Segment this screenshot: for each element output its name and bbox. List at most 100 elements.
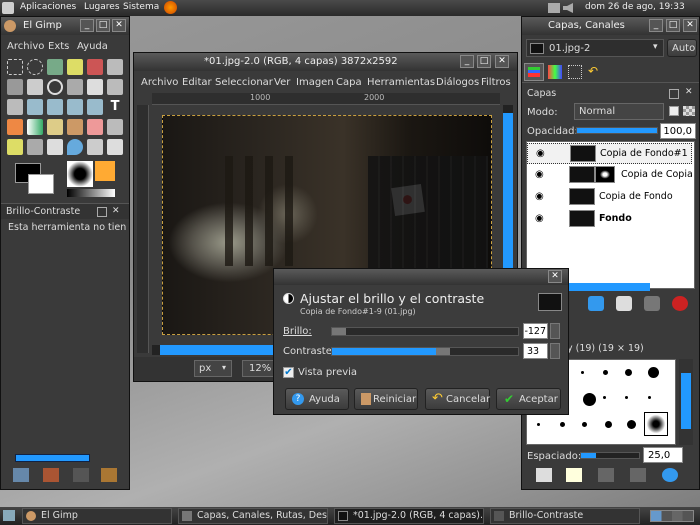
paintbrush-tool-icon[interactable] bbox=[67, 119, 83, 135]
layer-row-2[interactable]: ◉ Copia de Fondo bbox=[527, 187, 692, 208]
preview-checkbox[interactable]: ✔ bbox=[283, 367, 294, 378]
delete-brush-icon[interactable] bbox=[630, 468, 646, 482]
tab-layers[interactable] bbox=[524, 63, 544, 81]
reset-button[interactable]: Reiniciar bbox=[354, 388, 418, 410]
menu-exts[interactable]: Exts bbox=[48, 41, 69, 52]
paths-tool-icon[interactable] bbox=[7, 79, 23, 95]
minimize-button[interactable]: _ bbox=[80, 19, 94, 32]
rect-select-tool-icon[interactable] bbox=[7, 59, 23, 75]
anchor-layer-icon[interactable] bbox=[644, 296, 660, 311]
brush-7[interactable] bbox=[625, 396, 628, 399]
clock[interactable]: dom 26 de ago, 19:33 bbox=[585, 2, 685, 12]
maximize-button[interactable]: □ bbox=[96, 19, 110, 32]
align-tool-icon[interactable] bbox=[107, 79, 123, 95]
free-select-tool-icon[interactable] bbox=[47, 59, 63, 75]
menu-herramientas[interactable]: Herramientas bbox=[367, 77, 435, 88]
crop-tool-icon[interactable] bbox=[7, 99, 23, 115]
visibility-eye-icon[interactable]: ◉ bbox=[535, 169, 544, 180]
brush-10[interactable] bbox=[560, 422, 565, 427]
image-select[interactable]: 01.jpg-2 ▾ bbox=[526, 39, 664, 57]
taskbar-item-gimp[interactable]: El Gimp bbox=[22, 508, 172, 524]
brush-12[interactable] bbox=[605, 421, 612, 428]
menu-archivo[interactable]: Archivo bbox=[7, 41, 44, 52]
minimize-button[interactable]: _ bbox=[460, 55, 474, 68]
brush-6[interactable] bbox=[603, 396, 606, 399]
brush-8[interactable] bbox=[648, 396, 651, 399]
new-brush-icon[interactable] bbox=[566, 468, 582, 482]
ok-button[interactable]: ✔ Aceptar bbox=[496, 388, 561, 410]
visibility-eye-icon[interactable]: ◉ bbox=[535, 213, 544, 224]
blend-tool-icon[interactable] bbox=[27, 119, 43, 135]
brush-1[interactable] bbox=[581, 371, 584, 374]
brightness-spinner[interactable] bbox=[550, 323, 560, 339]
brush-4[interactable] bbox=[648, 367, 659, 378]
text-tool-icon[interactable]: T bbox=[107, 99, 123, 115]
close-button[interactable]: ✕ bbox=[548, 270, 562, 283]
visibility-eye-icon[interactable]: ◉ bbox=[535, 191, 544, 202]
pencil-tool-icon[interactable] bbox=[47, 119, 63, 135]
duplicate-brush-icon[interactable] bbox=[598, 468, 614, 482]
menu-lugares[interactable]: Lugares bbox=[84, 2, 120, 12]
brightness-slider[interactable] bbox=[331, 327, 519, 336]
scale-tool-icon[interactable] bbox=[47, 99, 63, 115]
heal-tool-icon[interactable] bbox=[47, 139, 63, 155]
eraser-tool-icon[interactable] bbox=[87, 119, 103, 135]
contrast-input[interactable]: 33 bbox=[523, 343, 548, 359]
bg-color-swatch[interactable] bbox=[28, 174, 54, 194]
volume-icon[interactable] bbox=[563, 3, 573, 13]
delete-layer-icon[interactable] bbox=[672, 296, 688, 311]
spacing-input[interactable]: 25,0 bbox=[643, 447, 683, 463]
measure-tool-icon[interactable] bbox=[67, 79, 83, 95]
toolbox-titlebar[interactable]: El Gimp _ □ ✕ bbox=[1, 17, 129, 35]
menu-dialogos[interactable]: Diálogos bbox=[436, 77, 479, 88]
menu-filtros[interactable]: Filtros bbox=[481, 77, 511, 88]
airbrush-tool-icon[interactable] bbox=[107, 119, 123, 135]
bucket-fill-tool-icon[interactable] bbox=[7, 119, 23, 135]
taskbar-item-image[interactable]: *01.jpg-2.0 (RGB, 4 capas)... bbox=[334, 508, 484, 524]
raise-layer-icon[interactable] bbox=[588, 296, 604, 311]
network-icon[interactable] bbox=[548, 3, 560, 13]
maximize-button[interactable]: □ bbox=[666, 19, 680, 32]
brushes-scrollbar-thumb[interactable] bbox=[681, 373, 691, 429]
close-button[interactable]: ✕ bbox=[112, 19, 126, 32]
ink-tool-icon[interactable] bbox=[7, 139, 23, 155]
blur-tool-icon[interactable] bbox=[67, 139, 83, 155]
restore-options-icon[interactable] bbox=[43, 468, 59, 482]
opacity-input[interactable]: 100,0 bbox=[660, 123, 696, 139]
brush-2[interactable] bbox=[603, 370, 608, 375]
save-options-icon[interactable] bbox=[13, 468, 29, 482]
opacity-slider[interactable] bbox=[576, 127, 658, 134]
brush-13[interactable] bbox=[627, 420, 636, 429]
image-titlebar[interactable]: *01.jpg-2.0 (RGB, 4 capas) 3872x2592 _ □… bbox=[134, 53, 517, 71]
fuzzy-select-tool-icon[interactable] bbox=[67, 59, 83, 75]
menu-imagen[interactable]: Imagen bbox=[296, 77, 334, 88]
duplicate-layer-icon[interactable] bbox=[616, 296, 632, 311]
close-button[interactable]: ✕ bbox=[683, 19, 697, 32]
mode-select[interactable]: Normal bbox=[574, 103, 664, 120]
tab-channels[interactable] bbox=[548, 65, 562, 79]
brush-selected[interactable] bbox=[644, 412, 668, 436]
layers-titlebar[interactable]: Capas, Canales _ □ ✕ bbox=[522, 17, 699, 35]
scissors-tool-icon[interactable] bbox=[107, 59, 123, 75]
visibility-eye-icon[interactable]: ◉ bbox=[536, 148, 545, 159]
ellipse-select-tool-icon[interactable] bbox=[27, 59, 43, 75]
menu-seleccionar[interactable]: Seleccionar bbox=[215, 77, 273, 88]
brush-3[interactable] bbox=[625, 369, 632, 376]
tab-paths[interactable] bbox=[568, 65, 582, 79]
help-button[interactable]: ? Ayuda bbox=[285, 388, 349, 410]
layer-row-3[interactable]: ◉ Fondo bbox=[527, 209, 692, 230]
tab-undo[interactable]: ↶ bbox=[588, 65, 602, 79]
menu-aplicaciones[interactable]: Aplicaciones bbox=[20, 2, 76, 12]
menu-editar[interactable]: Editar bbox=[182, 77, 212, 88]
clone-tool-icon[interactable] bbox=[27, 139, 43, 155]
menu-archivo[interactable]: Archivo bbox=[141, 77, 178, 88]
taskbar-item-layers[interactable]: Capas, Canales, Rutas, Des... bbox=[178, 508, 328, 524]
detach-icon[interactable] bbox=[97, 207, 107, 217]
menu-ver[interactable]: Ver bbox=[274, 77, 290, 88]
apps-icon[interactable] bbox=[2, 2, 14, 14]
brush-preview[interactable] bbox=[67, 161, 93, 187]
delete-options-icon[interactable] bbox=[73, 468, 89, 482]
zoom-tool-icon[interactable] bbox=[47, 79, 63, 95]
edit-brush-icon[interactable] bbox=[536, 468, 552, 482]
contrast-slider[interactable] bbox=[331, 347, 519, 356]
